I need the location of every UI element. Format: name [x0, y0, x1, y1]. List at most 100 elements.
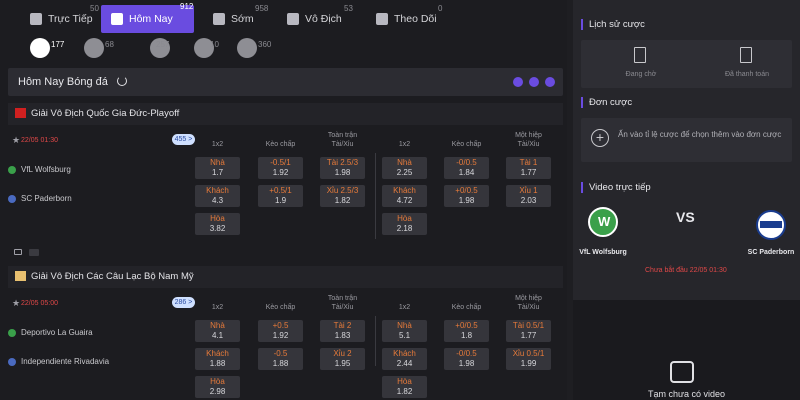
view-icon[interactable] — [545, 77, 555, 87]
odds-value: 1.83 — [334, 331, 351, 340]
pending-icon[interactable] — [634, 47, 646, 63]
odds-cell[interactable]: Tài 1 1.77 — [506, 157, 551, 179]
odds-value: 1.77 — [520, 331, 537, 340]
odds-cell[interactable]: Hòa 3.82 — [195, 213, 240, 235]
nav-early[interactable]: Sớm 958 — [203, 4, 268, 31]
odds-value: 4.1 — [211, 331, 224, 340]
odds-cell[interactable]: Xỉu 1 2.03 — [506, 185, 551, 207]
odds-label: Xỉu 0.5/1 — [512, 349, 545, 358]
odds-cell[interactable]: Xỉu 2 1.95 — [320, 348, 365, 370]
today-icon — [111, 13, 123, 25]
odds-cell[interactable]: Nhà 4.1 — [195, 320, 240, 342]
odds-value: 4.3 — [211, 196, 224, 205]
odds-cell[interactable]: Khách 4.72 — [382, 185, 427, 207]
odds-label: +0/0.5 — [455, 321, 478, 330]
nav-follow[interactable]: Theo Dõi 0 — [366, 4, 446, 31]
away-team[interactable]: SC Paderborn — [8, 194, 72, 203]
video-unavailable: Tạm chưa có video — [647, 389, 726, 399]
team-name: VfL Wolfsburg — [21, 165, 71, 174]
odds-label: Hòa — [397, 377, 412, 386]
odds-cell[interactable]: -0/0.5 1.98 — [444, 348, 489, 370]
odds-cell[interactable]: Xỉu 0.5/1 1.99 — [506, 348, 551, 370]
team-name: Independiente Rivadavia — [21, 357, 110, 366]
nav-label: Sớm — [231, 13, 254, 25]
live-stream-icon[interactable] — [14, 249, 22, 255]
odds-label: Hòa — [397, 214, 412, 223]
settled-label[interactable]: Đã thanh toán — [709, 71, 785, 78]
badminton-icon[interactable] — [237, 38, 257, 58]
odds-label: Nhà — [397, 321, 412, 330]
home-team[interactable]: Deportivo La Guaira — [8, 328, 93, 337]
away-team[interactable]: Independiente Rivadavia — [8, 357, 109, 366]
flag-icon — [15, 108, 26, 118]
team-name: SC Paderborn — [21, 194, 72, 203]
odds-value: 1.7 — [211, 168, 224, 177]
odds-cell[interactable]: +0.5 1.92 — [258, 320, 303, 342]
odds-value: 1.92 — [272, 168, 289, 177]
star-icon[interactable]: ★ — [12, 298, 20, 309]
slip-box: + Ấn vào tỉ lệ cược để chọn thêm vào đơn… — [581, 118, 792, 162]
odds-label: +0/0.5 — [455, 186, 478, 195]
odds-cell[interactable]: -0.5/1 1.92 — [258, 157, 303, 179]
column-header: Toàn trận Tài/Xỉu — [317, 131, 368, 149]
league-header[interactable]: Giải Vô Địch Các Câu Lạc Bộ Nam Mỹ — [8, 266, 563, 288]
odds-label: Xỉu 2.5/3 — [326, 186, 359, 195]
odds-cell[interactable]: +0/0.5 1.8 — [444, 320, 489, 342]
slip-hint: Ấn vào tỉ lệ cược để chọn thêm vào đơn c… — [618, 130, 782, 139]
nav-live[interactable]: Trực Tiếp 50 — [20, 4, 100, 31]
column-header: Kèo chấp — [451, 304, 482, 311]
home-team[interactable]: VfL Wolfsburg — [8, 165, 71, 174]
match-time: 22/05 01:30 — [21, 137, 58, 144]
away-logo — [756, 210, 786, 240]
home-logo: W — [588, 207, 618, 237]
not-started: Chưa bắt đầu — [645, 267, 688, 274]
odds-label: -0/0.5 — [456, 158, 477, 167]
odds-cell[interactable]: Hòa 1.82 — [382, 376, 427, 398]
odds-label: Tài 2.5/3 — [326, 158, 359, 167]
odds-cell[interactable]: Khách 2.44 — [382, 348, 427, 370]
column-header: Một hiệp Tài/Xỉu — [503, 131, 554, 149]
odds-cell[interactable]: Khách 4.3 — [195, 185, 240, 207]
add-icon[interactable]: + — [591, 129, 609, 147]
odds-cell[interactable]: Tài 2 1.83 — [320, 320, 365, 342]
odds-cell[interactable]: +0.5/1 1.9 — [258, 185, 303, 207]
soccer-icon[interactable] — [30, 38, 50, 58]
team-name: Deportivo La Guaira — [21, 328, 93, 337]
odds-cell[interactable]: -0.5 1.88 — [258, 348, 303, 370]
sport-count: 360 — [258, 40, 272, 49]
odds-cell[interactable]: Tài 0.5/1 1.77 — [506, 320, 551, 342]
column-header: Kèo chấp — [451, 141, 482, 148]
filter-icon[interactable] — [513, 77, 523, 87]
odds-cell[interactable]: Nhà 5.1 — [382, 320, 427, 342]
pending-label[interactable]: Đang chờ — [606, 71, 676, 78]
star-icon[interactable]: ★ — [12, 135, 20, 146]
refresh-icon[interactable] — [117, 76, 127, 86]
odds-cell[interactable]: +0/0.5 1.98 — [444, 185, 489, 207]
odds-value: 1.88 — [272, 359, 289, 368]
odds-value: 1.88 — [209, 359, 226, 368]
nav-today[interactable]: Hôm Nay 912 — [101, 2, 194, 33]
odds-cell[interactable]: Tài 2.5/3 1.98 — [320, 157, 365, 179]
section-header: Hôm Nay Bóng đá — [8, 68, 563, 96]
odds-cell[interactable]: Khách 1.88 — [195, 348, 240, 370]
odds-cell[interactable]: Nhà 1.7 — [195, 157, 240, 179]
video-camera-icon — [670, 361, 694, 383]
column-header: Toàn trận Tài/Xỉu — [317, 294, 368, 312]
odds-cell[interactable]: Hòa 2.98 — [195, 376, 240, 398]
settings-icon[interactable] — [529, 77, 539, 87]
basketball-icon[interactable] — [84, 38, 104, 58]
odds-cell[interactable]: Xỉu 2.5/3 1.82 — [320, 185, 365, 207]
odds-label: Xỉu 2 — [333, 349, 352, 358]
settled-icon[interactable] — [740, 47, 752, 63]
nav-trophy[interactable]: Vô Địch 53 — [277, 4, 353, 31]
odds-cell[interactable]: Nhà 2.25 — [382, 157, 427, 179]
odds-value: 5.1 — [398, 331, 411, 340]
odds-cell[interactable]: Hòa 2.18 — [382, 213, 427, 235]
animation-icon[interactable] — [29, 249, 39, 256]
odds-cell[interactable]: -0/0.5 1.84 — [444, 157, 489, 179]
sport-filter-bar: 177 68 257 10 360 — [0, 36, 567, 64]
league-header[interactable]: Giải Vô Địch Quốc Gia Đức-Playoff — [8, 103, 563, 125]
odds-label: Tài 0.5/1 — [512, 321, 545, 330]
team-logo — [8, 165, 16, 174]
history-box: Đang chờ Đã thanh toán — [581, 40, 792, 88]
